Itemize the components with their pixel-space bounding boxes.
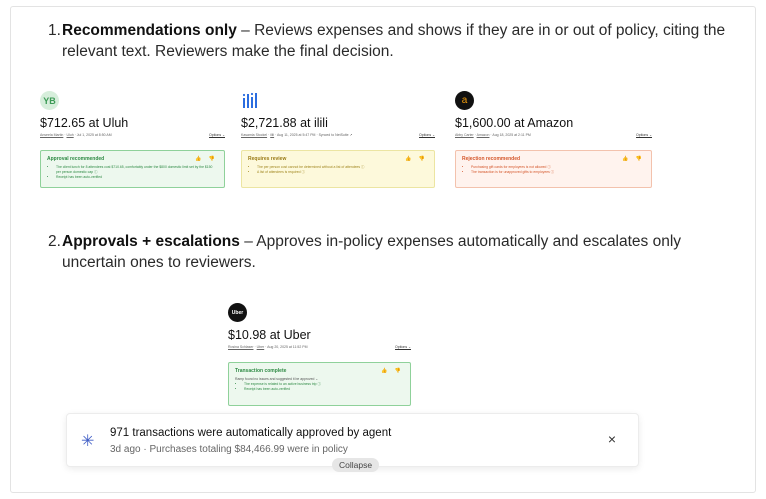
thumbs-feedback-icon[interactable]: 👍 👎 [381,368,404,374]
expense-amount: $2,721.88 at ilili [241,116,328,130]
expense-meta: Anseela Martin · Uluh · Jul 1, 2025 at 8… [40,133,225,137]
expense-meta: Abby Carter · Amazon · Aug 18, 2025 at 2… [455,133,652,137]
options-button[interactable]: Options ⌄ [209,133,225,137]
toast-title: 971 transactions were automatically appr… [110,427,392,439]
rejection-box: Rejection recommended👍 👎 Purchasing gift… [455,150,652,188]
amazon-logo: a [455,91,474,110]
thumbs-feedback-icon[interactable]: 👍 👎 [405,156,428,162]
meta-person-link[interactable]: Anseela Martin [40,133,63,137]
uber-logo: Uber [228,303,247,322]
point-title: Recommendations only [62,22,237,39]
expense-meta: Rosina Schlaser · Uber · Aug 20, 2025 at… [228,345,411,349]
review-box: Requires review👍 👎 The per person cost c… [241,150,435,188]
thumbs-feedback-icon[interactable]: 👍 👎 [195,156,218,162]
point-approvals-escalations: 2. Approvals + escalations – Approves in… [48,231,748,273]
expense-meta: Kasamia Stockel · ilili · Aug 11, 2025 a… [241,133,435,137]
meta-date: · Aug 20, 2025 at 11:52 PM [264,345,308,349]
ilili-logo [241,91,260,110]
meta-person-link[interactable]: Kasamia Stockel [241,133,267,137]
box-title: Rejection recommended [462,156,521,162]
meta-date: · Jul 1, 2025 at 8:50 AM [73,133,112,137]
box-title: Transaction complete [235,368,287,374]
point-recommendations: 1. Recommendations only – Reviews expens… [48,20,748,62]
meta-date: · Aug 11, 2025 at 5:47 PM · Synced to Ne… [274,133,353,137]
uluh-logo: YB [40,91,59,110]
expense-amount: $1,600.00 at Amazon [455,116,574,130]
reason-item: The client lunch for 8 attendees cost $7… [56,165,218,175]
options-button[interactable]: Options ⌄ [636,133,652,137]
approval-box: Approval recommended 👍 👎 The client lunch… [40,150,225,188]
meta-person-link[interactable]: Abby Carter [455,133,474,137]
expense-card-uluh: YB $712.65 at Uluh Anseela Martin · Uluh… [40,91,225,188]
point-number: 2. [48,233,61,250]
box-title: Requires review [248,156,287,162]
reason-item: Receipt has been auto-verified [56,175,218,180]
point-number: 1. [48,22,61,39]
expense-card-amazon: a $1,600.00 at Amazon Abby Carter · Amaz… [455,91,652,188]
options-button[interactable]: Options ⌄ [419,133,435,137]
meta-vendor-link[interactable]: Amazon [477,133,490,137]
box-lead[interactable]: Ramp found no issues and suggested it be… [235,377,404,381]
point-title: Approvals + escalations [62,233,240,250]
reason-item: Receipt has been auto-verified [244,387,404,392]
thumbs-feedback-icon[interactable]: 👍 👎 [622,156,645,162]
box-title: Approval recommended [47,156,105,162]
expense-card-uber: Uber $10.98 at Uber Rosina Schlaser · Ub… [228,303,411,406]
meta-person-link[interactable]: Rosina Schlaser [228,345,253,349]
transaction-complete-box: Transaction complete 👍 👎 Ramp found no is… [228,362,411,406]
collapse-button[interactable]: Collapse [332,458,380,472]
expense-card-ilili: $2,721.88 at ilili Kasamia Stockel · ili… [241,91,435,188]
reason-item: A list of attendees is required ⓘ [257,170,428,175]
meta-vendor-link[interactable]: Uluh [66,133,73,137]
options-button[interactable]: Options ⌄ [395,345,411,349]
asterisk-icon: ✳ [81,433,95,450]
close-icon[interactable]: × [608,431,616,447]
toast-subtitle: 3d ago · Purchases totaling $84,466.99 w… [110,444,348,455]
reason-item: The transaction is for unapproved gifts … [471,170,645,175]
expense-amount: $712.65 at Uluh [40,116,129,130]
expense-amount: $10.98 at Uber [228,328,311,342]
meta-date: · Aug 18, 2025 at 2:11 PM [489,133,531,137]
